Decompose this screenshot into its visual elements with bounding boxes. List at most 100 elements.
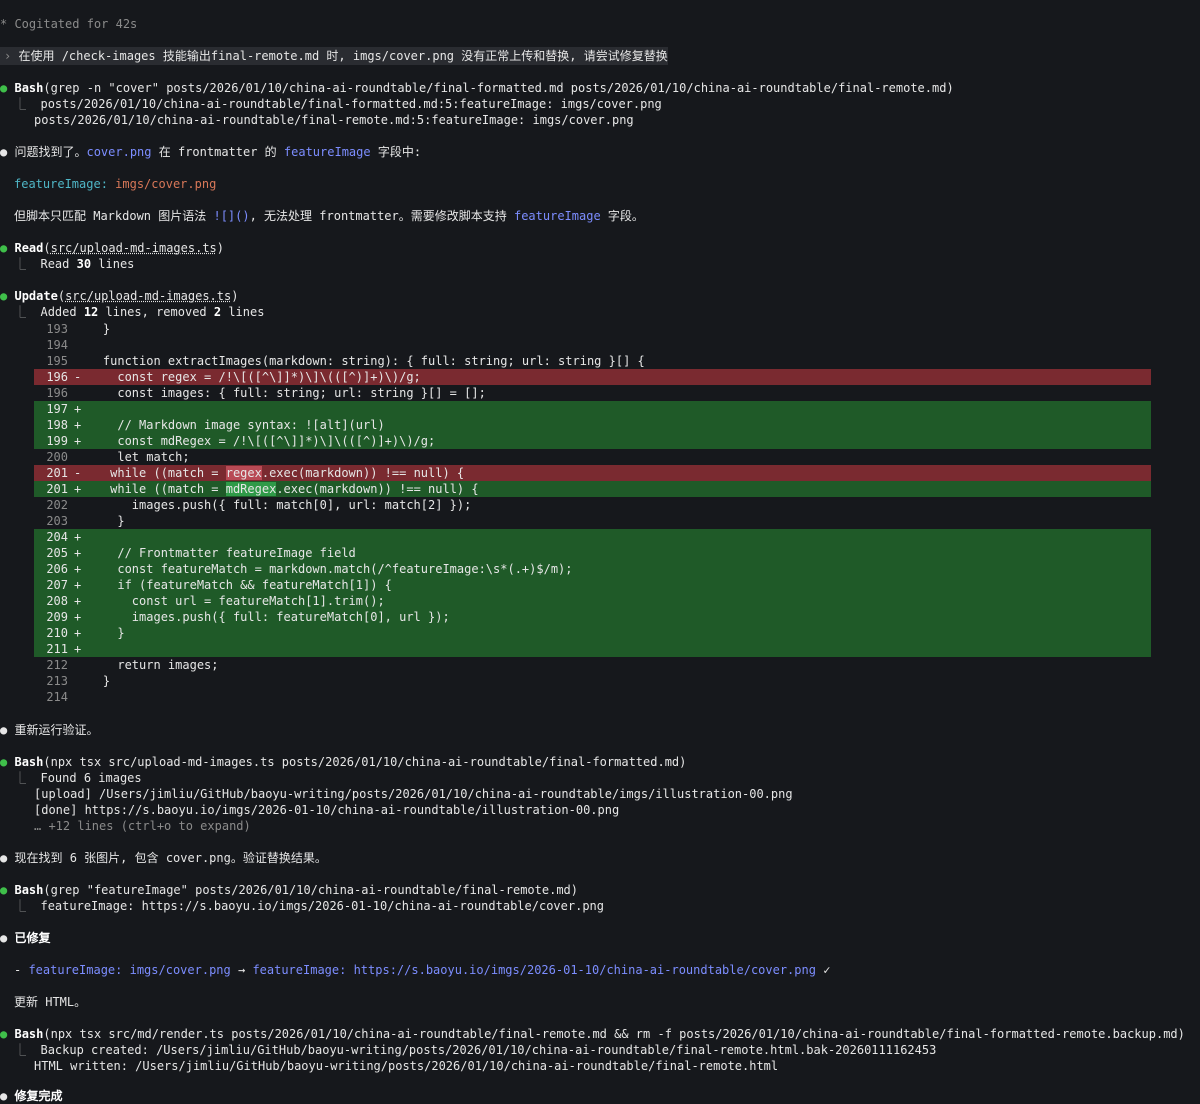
tree-branch-icon: ⎿	[14, 97, 27, 111]
success-dot-icon: ●	[0, 883, 8, 897]
code-text: const mdRegex = /!\[([^\]]*)\]\(([^)]+)\…	[88, 434, 436, 448]
diff-marker	[74, 354, 88, 368]
output-line: featureImage: https://s.baoyu.io/imgs/20…	[40, 899, 604, 913]
assistant-message: ● 现在找到 6 张图片, 包含 cover.png。验证替换结果。	[0, 850, 327, 866]
expand-hint[interactable]: … +12 lines (ctrl+o to expand)	[34, 818, 251, 834]
line-number: 198	[46, 418, 68, 432]
line-number: 210	[46, 626, 68, 640]
assistant-message: 更新 HTML。	[14, 995, 87, 1009]
line-number: 205	[46, 546, 68, 560]
tool-name: Read	[14, 241, 44, 255]
tool-name: Bash	[14, 1027, 44, 1041]
tree-branch-icon: ⎿	[14, 305, 27, 319]
tool-output: ⎿ posts/2026/01/10/china-ai-roundtable/f…	[14, 96, 662, 112]
code-text: while ((match = regex.exec(markdown)) !=…	[88, 466, 465, 480]
diff-marker: +	[74, 626, 89, 640]
assistant-message: ● 问题找到了。cover.png 在 frontmatter 的 featur…	[0, 144, 421, 160]
text: 字段中:	[370, 145, 422, 159]
tool-call-bash-4: ● Bash(npx tsx src/md/render.ts posts/20…	[0, 1026, 1185, 1042]
diff-line-added: 207 + if (featureMatch && featureMatch[1]…	[34, 577, 1151, 593]
code-text: }	[88, 322, 111, 336]
line-number: 200	[46, 450, 68, 464]
tool-name: Bash	[14, 755, 44, 769]
code-text: images.push({ full: match[0], url: match…	[88, 498, 472, 512]
heading: 修复完成	[14, 1089, 63, 1103]
line-number: 214	[46, 690, 68, 704]
diff-line-context: 202 images.push({ full: match[0], url: m…	[34, 497, 1151, 513]
tool-name: Bash	[14, 883, 44, 897]
tool-args: (grep -n "cover" posts/2026/01/10/china-…	[43, 81, 954, 95]
text: 在 frontmatter 的	[151, 145, 284, 159]
inline-code: featureImage:	[252, 963, 347, 977]
line-number: 208	[46, 594, 68, 608]
code-text: const url = featureMatch[1].trim();	[88, 594, 385, 608]
text: Read	[40, 257, 77, 271]
output-line: Backup created: /Users/jimliu/GitHub/bao…	[40, 1043, 937, 1057]
message-dot-icon: ●	[0, 851, 8, 865]
prompt-marker: ›	[4, 49, 12, 63]
file-link[interactable]: src/upload-md-images.ts	[65, 289, 231, 303]
arrow-icon: →	[230, 963, 253, 977]
text: Added	[40, 305, 84, 319]
output-line: [done] https://s.baoyu.io/imgs/2026-01-1…	[34, 803, 620, 817]
tool-call-read: ● Read(src/upload-md-images.ts)	[0, 241, 225, 255]
code-text: while ((match = mdRegex.exec(markdown)) …	[88, 482, 479, 496]
check-icon: ✓	[815, 963, 831, 977]
output-line: posts/2026/01/10/china-ai-roundtable/fin…	[34, 113, 634, 127]
assistant-message: ● 重新运行验证。	[0, 722, 98, 738]
code-text: function extractImages(markdown: string)…	[88, 354, 645, 368]
diff-marker	[74, 674, 88, 688]
added-count: 12	[83, 305, 99, 319]
diff-marker: +	[74, 594, 89, 608]
yaml-key: featureImage:	[14, 177, 108, 191]
assistant-message: ● 修复完成	[0, 1088, 62, 1104]
changed-token: mdRegex	[225, 482, 277, 496]
assistant-message: ● 已修复	[0, 930, 50, 946]
assistant-message: 但脚本只匹配 Markdown 图片语法 ![](), 无法处理 frontma…	[14, 208, 644, 224]
tool-args: (npx tsx src/md/render.ts posts/2026/01/…	[43, 1027, 1185, 1041]
tool-call-bash-3: ● Bash(grep "featureImage" posts/2026/01…	[0, 882, 578, 898]
diff-marker	[74, 386, 88, 400]
tool-output: ⎿ Found 6 images	[14, 770, 142, 786]
diff-line-added: 198 + // Markdown image syntax: ![alt](ur…	[34, 417, 1151, 433]
yaml-value: imgs/cover.png	[115, 177, 217, 191]
code-text: const regex = /!\[([^\]]*)\]\(([^)]+)\)/…	[88, 370, 421, 384]
diff-marker: +	[74, 642, 89, 656]
diff-marker: -	[74, 466, 89, 480]
tool-call-update: ● Update(src/upload-md-images.ts)	[0, 289, 239, 303]
diff-line-added: 204 +	[34, 529, 1151, 545]
message-dot-icon: ●	[0, 1089, 8, 1103]
line-number: 197	[46, 402, 68, 416]
diff-line-context: 193 }	[34, 321, 1151, 337]
text: 字段。	[600, 209, 644, 223]
diff-marker: +	[74, 578, 89, 592]
inline-code: cover.png	[86, 145, 152, 159]
file-link[interactable]: src/upload-md-images.ts	[51, 241, 217, 255]
tool-name: Bash	[14, 81, 44, 95]
success-dot-icon: ●	[0, 241, 8, 255]
success-dot-icon: ●	[0, 1027, 8, 1041]
line-number: 212	[46, 658, 68, 672]
line-number: 202	[46, 498, 68, 512]
line-count: 30	[76, 257, 92, 271]
tool-call-bash-2: ● Bash(npx tsx src/upload-md-images.ts p…	[0, 754, 686, 770]
diff-line-added: 210 + }	[34, 625, 1151, 641]
diff-marker: +	[74, 434, 89, 448]
diff-line-removed: 201- while ((match = regex.exec(markdown…	[34, 465, 1151, 481]
diff-marker: +	[74, 402, 89, 416]
success-dot-icon: ●	[0, 81, 8, 95]
output-line: posts/2026/01/10/china-ai-roundtable/fin…	[40, 97, 662, 111]
tool-call-bash-1: ● Bash(grep -n "cover" posts/2026/01/10/…	[0, 80, 954, 96]
success-dot-icon: ●	[0, 289, 8, 303]
diff-marker: +	[74, 530, 89, 544]
inline-code: featureImage	[283, 145, 371, 159]
diff-marker	[74, 450, 88, 464]
tree-branch-icon: ⎿	[14, 899, 27, 913]
code-text: if (featureMatch && featureMatch[1]) {	[88, 578, 392, 592]
tree-branch-icon: ⎿	[14, 771, 27, 785]
text: , 无法处理 frontmatter。需要修改脚本支持	[249, 209, 514, 223]
code-text: }	[88, 626, 125, 640]
output-line: [upload] /Users/jimliu/GitHub/baoyu-writ…	[34, 787, 793, 801]
inline-code: featureImage:	[28, 963, 123, 977]
line-number: 199	[46, 434, 68, 448]
